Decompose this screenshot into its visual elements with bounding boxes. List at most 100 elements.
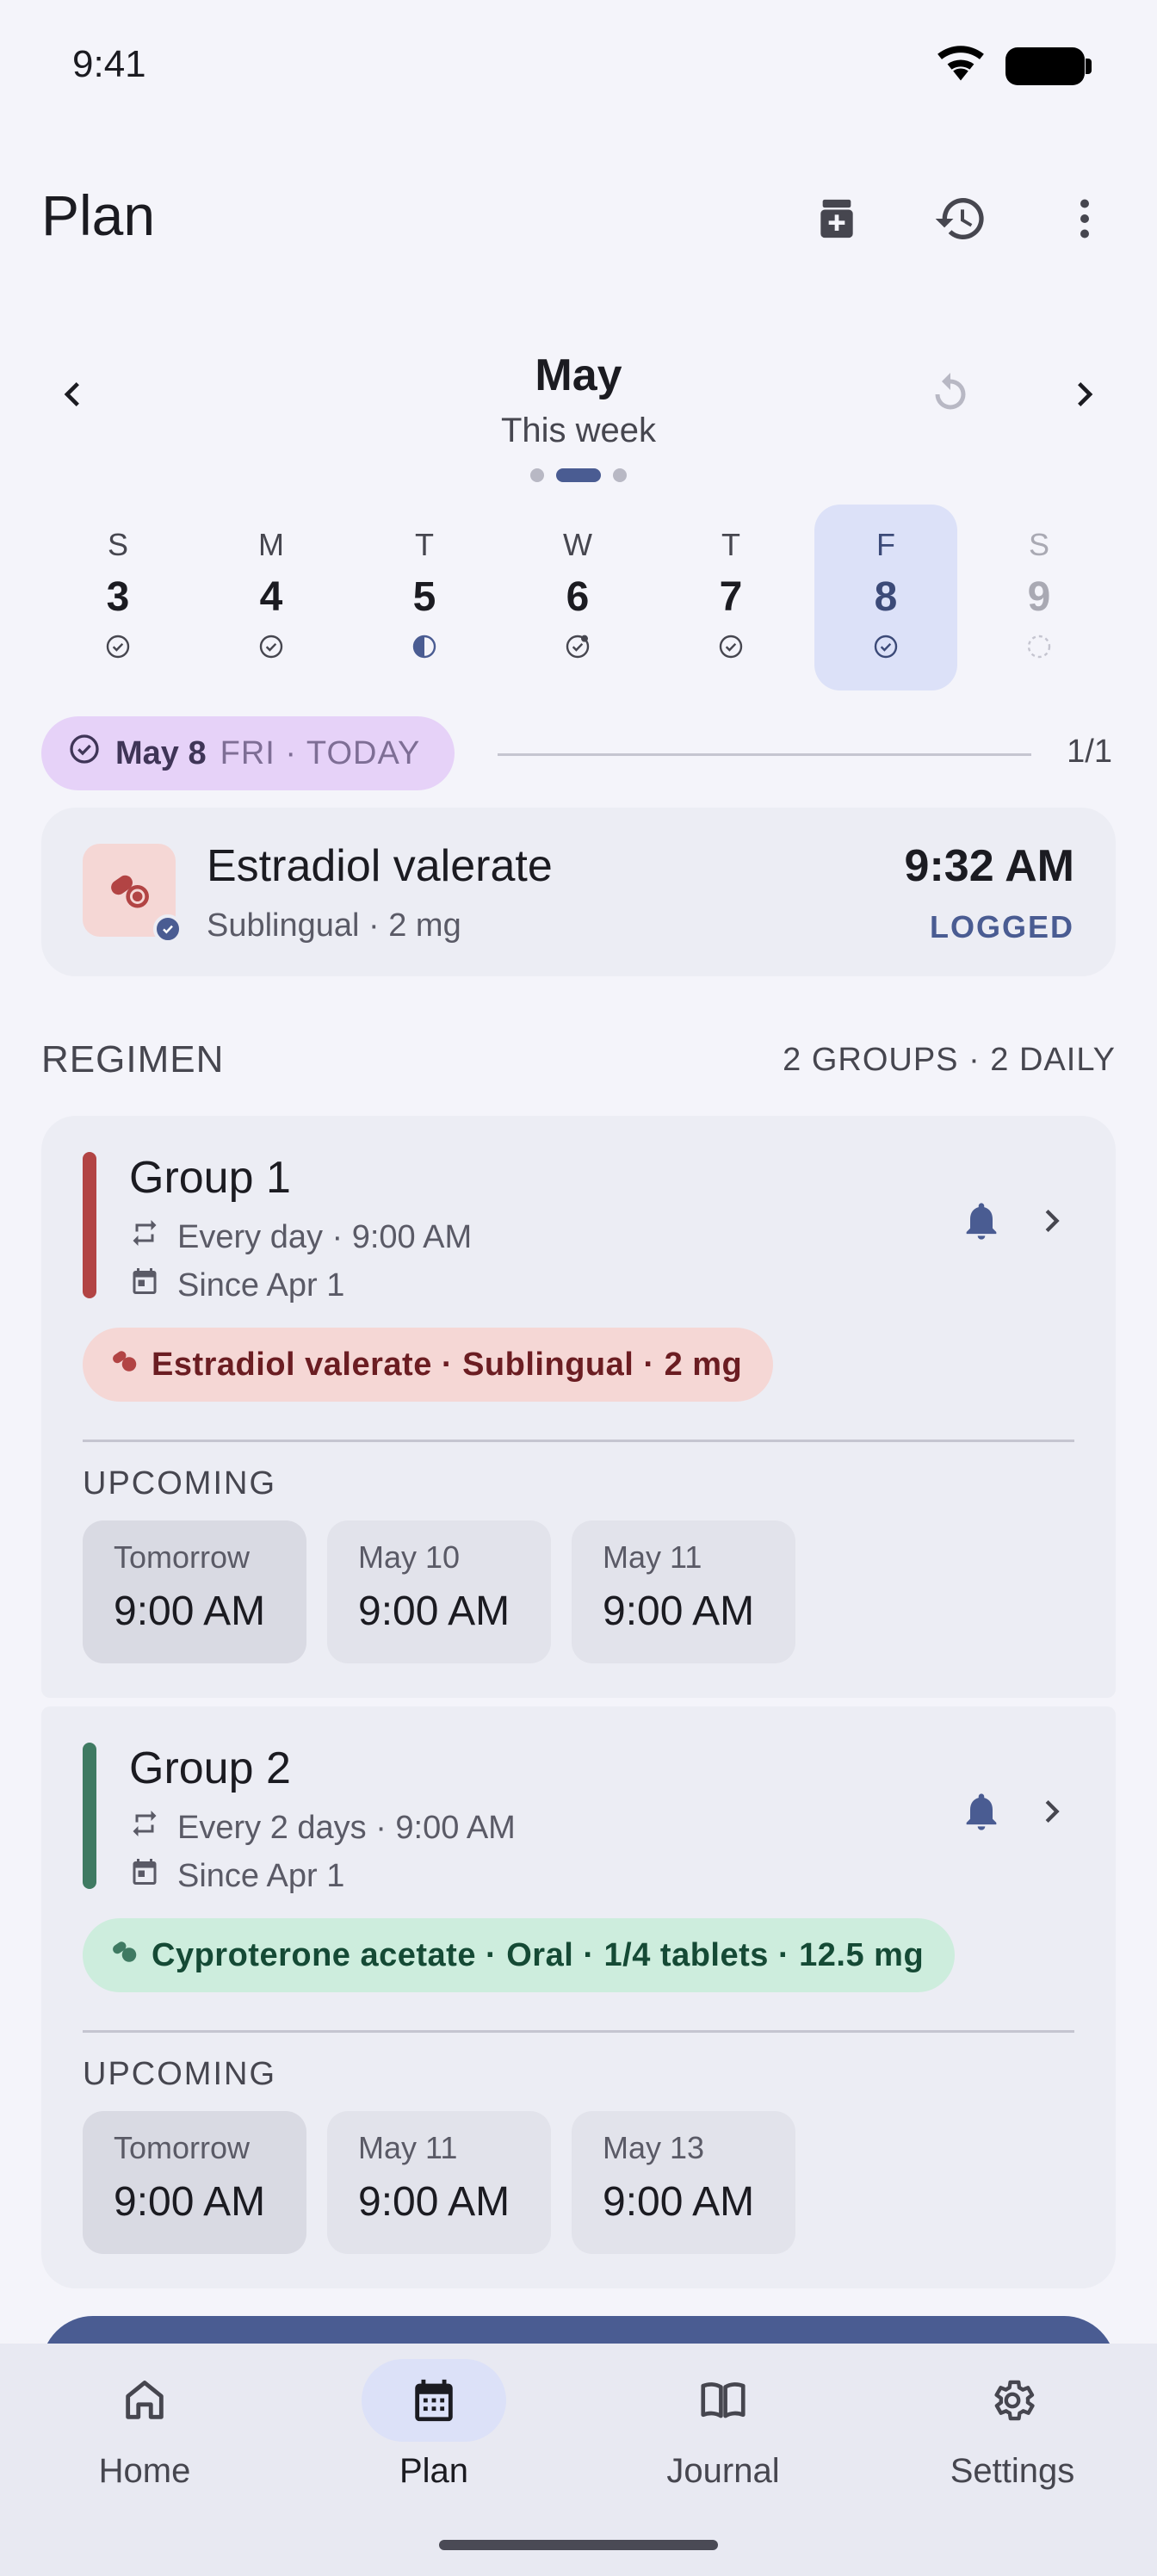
- history-icon[interactable]: [919, 177, 1002, 260]
- divider: [83, 2030, 1074, 2033]
- day-sun-3[interactable]: S 3: [46, 505, 189, 690]
- day-letter: M: [258, 527, 284, 562]
- day-number: 5: [412, 574, 436, 620]
- nav-settings[interactable]: Settings: [868, 2344, 1157, 2576]
- logged-med-name: Estradiol valerate: [207, 841, 553, 891]
- bell-icon[interactable]: [959, 1198, 1004, 1248]
- upcoming-tile[interactable]: May 10 9:00 AM: [327, 1520, 551, 1663]
- repeat-icon: [129, 1217, 160, 1257]
- day-letter: F: [876, 527, 895, 562]
- today-date: May 8: [115, 734, 207, 771]
- upcoming-tile[interactable]: Tomorrow 9:00 AM: [83, 1520, 306, 1663]
- gear-icon: [940, 2359, 1085, 2442]
- day-letter: W: [563, 527, 592, 562]
- day-mon-4[interactable]: M 4: [200, 505, 343, 690]
- day-number: 8: [874, 574, 898, 620]
- regimen-meta: 2 GROUPS · 2 DAILY: [783, 1042, 1116, 1078]
- check-circle-icon: [200, 633, 343, 660]
- day-fri-8[interactable]: F 8: [814, 505, 957, 690]
- group-schedule: Every 2 days · 9:00 AM: [129, 1808, 516, 1848]
- upcoming-label: UPCOMING: [83, 1465, 276, 1502]
- group-card-2[interactable]: Group 2 Every 2 days · 9:00 AM Since Apr…: [41, 1706, 1116, 2288]
- today-count: 1/1: [1067, 734, 1112, 770]
- next-week-button[interactable]: [1043, 353, 1126, 436]
- check-circle-icon: [67, 732, 102, 775]
- since-text: Since Apr 1: [177, 1857, 345, 1894]
- upcoming-tile[interactable]: May 11 9:00 AM: [327, 2111, 551, 2254]
- group-color-bar: [83, 1743, 96, 1889]
- med-chip-label: Cyproterone acetate · Oral · 1/4 tablets…: [152, 1936, 925, 1973]
- check-badge-icon: [153, 914, 183, 944]
- med-chip[interactable]: Cyproterone acetate · Oral · 1/4 tablets…: [83, 1918, 956, 1992]
- nav-label: Home: [98, 2452, 191, 2490]
- day-number: 9: [1027, 574, 1051, 620]
- logged-dose-card[interactable]: Estradiol valerate Sublingual · 2 mg 9:3…: [41, 808, 1116, 976]
- pager-dot-active: [556, 468, 601, 482]
- since-text: Since Apr 1: [177, 1266, 345, 1303]
- logged-time: 9:32 AM: [904, 841, 1074, 891]
- chevron-right-icon[interactable]: [1030, 1789, 1074, 1838]
- schedule-text: Every 2 days · 9:00 AM: [177, 1809, 516, 1846]
- day-number: 3: [106, 574, 130, 620]
- group-card-1[interactable]: Group 1 Every day · 9:00 AM Since Apr 1 …: [41, 1116, 1116, 1698]
- check-circle-note-icon: [506, 633, 649, 660]
- wifi-icon: [935, 45, 987, 87]
- upcoming-time: 9:00 AM: [358, 2179, 510, 2225]
- logged-med-detail: Sublingual · 2 mg: [207, 907, 461, 944]
- bell-icon[interactable]: [959, 1789, 1004, 1838]
- pill-icon: [108, 1345, 139, 1384]
- group-title: Group 1: [129, 1153, 291, 1203]
- group-schedule: Every day · 9:00 AM: [129, 1217, 472, 1257]
- page-title: Plan: [41, 183, 156, 247]
- schedule-text: Every day · 9:00 AM: [177, 1218, 473, 1255]
- more-vert-icon[interactable]: [1043, 177, 1126, 260]
- divider: [83, 1440, 1074, 1442]
- home-icon: [72, 2359, 217, 2442]
- upcoming-date: Tomorrow: [114, 1539, 251, 1575]
- calendar-icon: [129, 1856, 160, 1896]
- day-thu-7[interactable]: T 7: [659, 505, 802, 690]
- upcoming-tile[interactable]: May 11 9:00 AM: [572, 1520, 795, 1663]
- medication-add-icon[interactable]: [795, 177, 878, 260]
- calendar-icon: [362, 2359, 506, 2442]
- nav-home[interactable]: Home: [0, 2344, 289, 2576]
- upcoming-time: 9:00 AM: [114, 2179, 266, 2225]
- nav-label: Plan: [399, 2452, 469, 2490]
- reset-week-icon[interactable]: [909, 353, 992, 436]
- upcoming-date: Tomorrow: [114, 2130, 251, 2165]
- today-chip[interactable]: May 8 FRI · TODAY: [41, 716, 455, 790]
- day-number: 7: [719, 574, 743, 620]
- today-weekday: FRI · TODAY: [220, 734, 421, 771]
- group-title: Group 2: [129, 1743, 291, 1793]
- pending-circle-icon: [968, 633, 1111, 660]
- divider: [498, 753, 1031, 756]
- day-letter: S: [1028, 527, 1049, 562]
- chevron-right-icon[interactable]: [1030, 1198, 1074, 1248]
- logged-status: LOGGED: [929, 909, 1074, 944]
- day-sat-9[interactable]: S 9: [968, 505, 1111, 690]
- week-pager: [0, 468, 1157, 482]
- check-circle-icon: [46, 633, 189, 660]
- day-tue-5[interactable]: T 5: [353, 505, 496, 690]
- day-letter: T: [721, 527, 740, 562]
- calendar-icon: [129, 1266, 160, 1305]
- home-indicator[interactable]: [439, 2540, 718, 2550]
- check-circle-icon: [814, 633, 957, 660]
- day-wed-6[interactable]: W 6: [506, 505, 649, 690]
- half-circle-icon: [353, 633, 496, 660]
- med-chip-label: Estradiol valerate · Sublingual · 2 mg: [152, 1346, 743, 1383]
- med-chip[interactable]: Estradiol valerate · Sublingual · 2 mg: [83, 1328, 774, 1402]
- upcoming-tile[interactable]: Tomorrow 9:00 AM: [83, 2111, 306, 2254]
- upcoming-time: 9:00 AM: [358, 1588, 510, 1634]
- book-icon: [651, 2359, 795, 2442]
- nav-label: Journal: [666, 2452, 780, 2490]
- battery-icon: [1005, 46, 1092, 85]
- upcoming-label: UPCOMING: [83, 2056, 276, 2092]
- status-icons: [935, 45, 1092, 87]
- pager-dot: [613, 468, 627, 482]
- upcoming-tile[interactable]: May 13 9:00 AM: [572, 2111, 795, 2254]
- upcoming-date: May 13: [603, 2130, 705, 2165]
- upcoming-time: 9:00 AM: [114, 1588, 266, 1634]
- day-letter: T: [415, 527, 434, 562]
- day-number: 6: [566, 574, 590, 620]
